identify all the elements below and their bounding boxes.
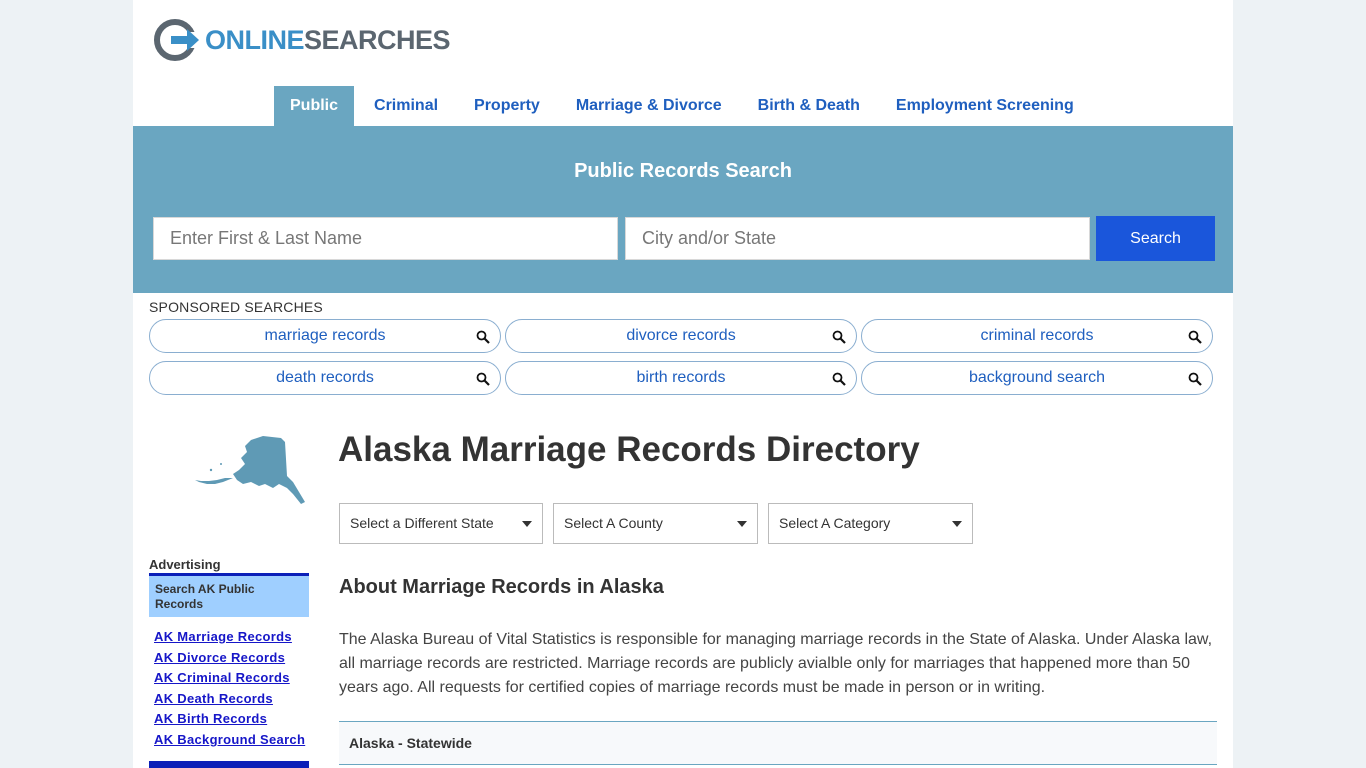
sponsored-item-label: death records <box>276 369 374 386</box>
nav-birth-death[interactable]: Birth & Death <box>742 86 876 126</box>
sponsored-item[interactable]: death records <box>149 361 501 395</box>
sponsored-item-label: criminal records <box>980 327 1094 344</box>
ad-link-criminal-records[interactable]: AK Criminal Records <box>154 668 305 689</box>
sponsored-item-label: background search <box>968 369 1106 386</box>
statewide-header[interactable]: Alaska - Statewide <box>339 721 1217 765</box>
ad-link-divorce-records[interactable]: AK Divorce Records <box>154 648 305 669</box>
search-banner: Public Records Search Search <box>133 126 1233 293</box>
nav-employment-screening[interactable]: Employment Screening <box>880 86 1090 126</box>
search-icon <box>832 330 846 344</box>
ad-box-header: Search AK Public Records <box>149 573 309 617</box>
county-select-value: Select A County <box>564 515 663 531</box>
name-input[interactable] <box>153 217 618 260</box>
category-select[interactable]: Select A Category <box>768 503 973 544</box>
state-select-value: Select a Different State <box>350 515 494 531</box>
sponsored-item[interactable]: divorce records <box>505 319 857 353</box>
sponsored-item-label: birth records <box>636 369 726 386</box>
logo-text: ONLINESEARCHES <box>205 24 451 56</box>
alaska-map-icon <box>195 436 305 504</box>
page-container: ONLINESEARCHES Public Criminal Property … <box>133 0 1233 768</box>
logo-icon <box>154 19 199 61</box>
advertising-title: Advertising <box>149 557 221 572</box>
search-icon <box>1188 330 1202 344</box>
sponsored-item[interactable]: birth records <box>505 361 857 395</box>
page-title: Alaska Marriage Records Directory <box>338 430 920 469</box>
search-icon <box>832 372 846 386</box>
chevron-down-icon <box>522 521 532 527</box>
search-icon <box>476 330 490 344</box>
ad-links: AK Marriage Records AK Divorce Records A… <box>154 627 305 751</box>
nav-criminal[interactable]: Criminal <box>358 86 454 126</box>
search-icon <box>1188 372 1202 386</box>
sponsored-item[interactable]: background search <box>861 361 1213 395</box>
nav-property[interactable]: Property <box>458 86 556 126</box>
sponsored-item[interactable]: marriage records <box>149 319 501 353</box>
ad-link-background-search[interactable]: AK Background Search <box>154 730 305 751</box>
chevron-down-icon <box>952 521 962 527</box>
state-select[interactable]: Select a Different State <box>339 503 543 544</box>
category-select-value: Select A Category <box>779 515 891 531</box>
sponsored-searches-label: SPONSORED SEARCHES <box>149 299 323 315</box>
ad-link-death-records[interactable]: AK Death Records <box>154 689 305 710</box>
nav-public[interactable]: Public <box>274 86 355 126</box>
logo-word-searches: SEARCHES <box>304 24 451 55</box>
sponsored-item-label: divorce records <box>626 327 736 344</box>
search-banner-title: Public Records Search <box>574 160 792 182</box>
logo-word-online: ONLINE <box>205 24 305 55</box>
search-button[interactable]: Search <box>1096 216 1215 261</box>
ad-box-footer <box>149 761 309 768</box>
section-title: About Marriage Records in Alaska <box>339 576 664 598</box>
ad-link-birth-records[interactable]: AK Birth Records <box>154 709 305 730</box>
ad-link-marriage-records[interactable]: AK Marriage Records <box>154 627 305 648</box>
main-nav: Public Criminal Property Marriage & Divo… <box>274 86 1094 126</box>
nav-marriage-divorce[interactable]: Marriage & Divorce <box>560 86 738 126</box>
sponsored-item[interactable]: criminal records <box>861 319 1213 353</box>
location-input[interactable] <box>625 217 1090 260</box>
search-icon <box>476 372 490 386</box>
county-select[interactable]: Select A County <box>553 503 758 544</box>
chevron-down-icon <box>737 521 747 527</box>
sponsored-item-label: marriage records <box>264 327 386 344</box>
site-logo[interactable]: ONLINESEARCHES <box>153 18 451 62</box>
section-body: The Alaska Bureau of Vital Statistics is… <box>339 631 1213 696</box>
